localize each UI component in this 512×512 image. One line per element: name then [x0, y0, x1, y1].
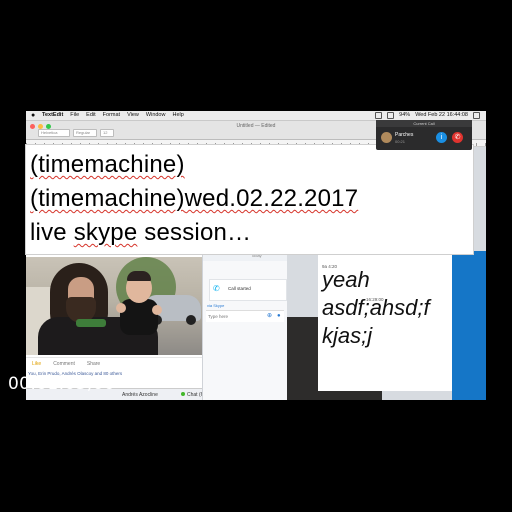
note-line-2: (timemachine)wed.02.22.2017 — [30, 185, 358, 213]
menu-edit[interactable]: Edit — [86, 111, 95, 120]
menu-file[interactable]: File — [70, 111, 79, 120]
chat-friend-name[interactable]: Andrés Azocline — [122, 389, 158, 400]
note-line-3-word1: live — [30, 219, 67, 246]
menu-view[interactable]: View — [127, 111, 139, 120]
menu-status-area: 94% Wed Feb 22 16:44:08 — [375, 111, 480, 120]
post-actions: Like Comment Share — [26, 357, 204, 369]
desktop-background — [452, 251, 486, 400]
menu-clock[interactable]: Wed Feb 22 16:44:08 — [415, 111, 468, 120]
message-timestamp-2: 16:29:00 — [366, 297, 384, 302]
message-line-1: yeah — [322, 267, 370, 292]
volume-icon[interactable] — [387, 112, 395, 119]
like-button[interactable]: Like — [32, 361, 41, 367]
menu-help[interactable]: Help — [172, 111, 183, 120]
note-line-1-text: (timemachine) — [30, 151, 185, 178]
chat-text-pane: 9a 4:20 yeah asdf;ahsd;f 16:29:00 kjas;j — [318, 254, 452, 391]
wifi-icon[interactable] — [375, 112, 383, 119]
post-photo[interactable] — [26, 257, 204, 355]
caller-avatar — [381, 132, 392, 143]
via-skype-label[interactable]: via Skype — [207, 303, 224, 308]
attach-icon[interactable]: ⊕ — [267, 311, 272, 322]
message-line-3: kjas;j — [322, 323, 373, 348]
phone-icon: ✆ — [213, 284, 220, 293]
textedit-document[interactable]: (timemachine) (timemachine)wed.02.22.201… — [26, 145, 473, 254]
font-style-select[interactable]: Regular — [73, 129, 97, 137]
comment-button[interactable]: Comment — [53, 361, 75, 367]
menu-textedit[interactable]: TextEdit — [42, 111, 63, 120]
menu-window[interactable]: Window — [146, 111, 166, 120]
note-line-3: live skype session… — [30, 219, 251, 247]
current-call-header: Current Call — [376, 120, 472, 127]
message-input[interactable]: Type here ⊕ ● — [206, 310, 284, 322]
note-line-3-rest: session… — [137, 219, 252, 246]
caller-name: Parches — [395, 132, 414, 138]
apple-menu-icon[interactable]: ● — [31, 111, 35, 120]
share-button[interactable]: Share — [87, 361, 100, 367]
timecode: 00:01:03;00 — [8, 374, 116, 394]
call-info-button[interactable]: i — [436, 132, 447, 143]
app-menus: TextEdit File Edit Format View Window He… — [42, 111, 184, 120]
note-line-2-date: wed.02.22.2017 — [184, 185, 359, 212]
battery-label[interactable]: 94% — [399, 111, 410, 120]
current-call-popup: Current Call Parches 00:21 i ✆ — [376, 120, 472, 150]
call-duration: 00:21 — [395, 139, 406, 144]
call-started-message: ✆ Call started — [209, 279, 287, 301]
location-icon[interactable]: ● — [277, 311, 281, 322]
spotlight-icon[interactable] — [473, 112, 480, 119]
note-line-1: (timemachine) — [30, 151, 185, 179]
call-started-label: Call started — [228, 286, 251, 291]
note-line-3-word2: skype — [73, 219, 138, 246]
message-placeholder: Type here — [208, 314, 229, 319]
font-size-select[interactable]: 12 — [100, 129, 114, 137]
format-controls: Helvetica Regular 12 — [38, 129, 114, 137]
skype-conversation: Today ✆ Call started via Skype Type here… — [202, 251, 287, 400]
note-line-2-emoticon: (timemachine) — [30, 185, 185, 212]
font-family-select[interactable]: Helvetica — [38, 129, 70, 137]
menu-format[interactable]: Format — [103, 111, 120, 120]
hang-up-button[interactable]: ✆ — [452, 132, 463, 143]
